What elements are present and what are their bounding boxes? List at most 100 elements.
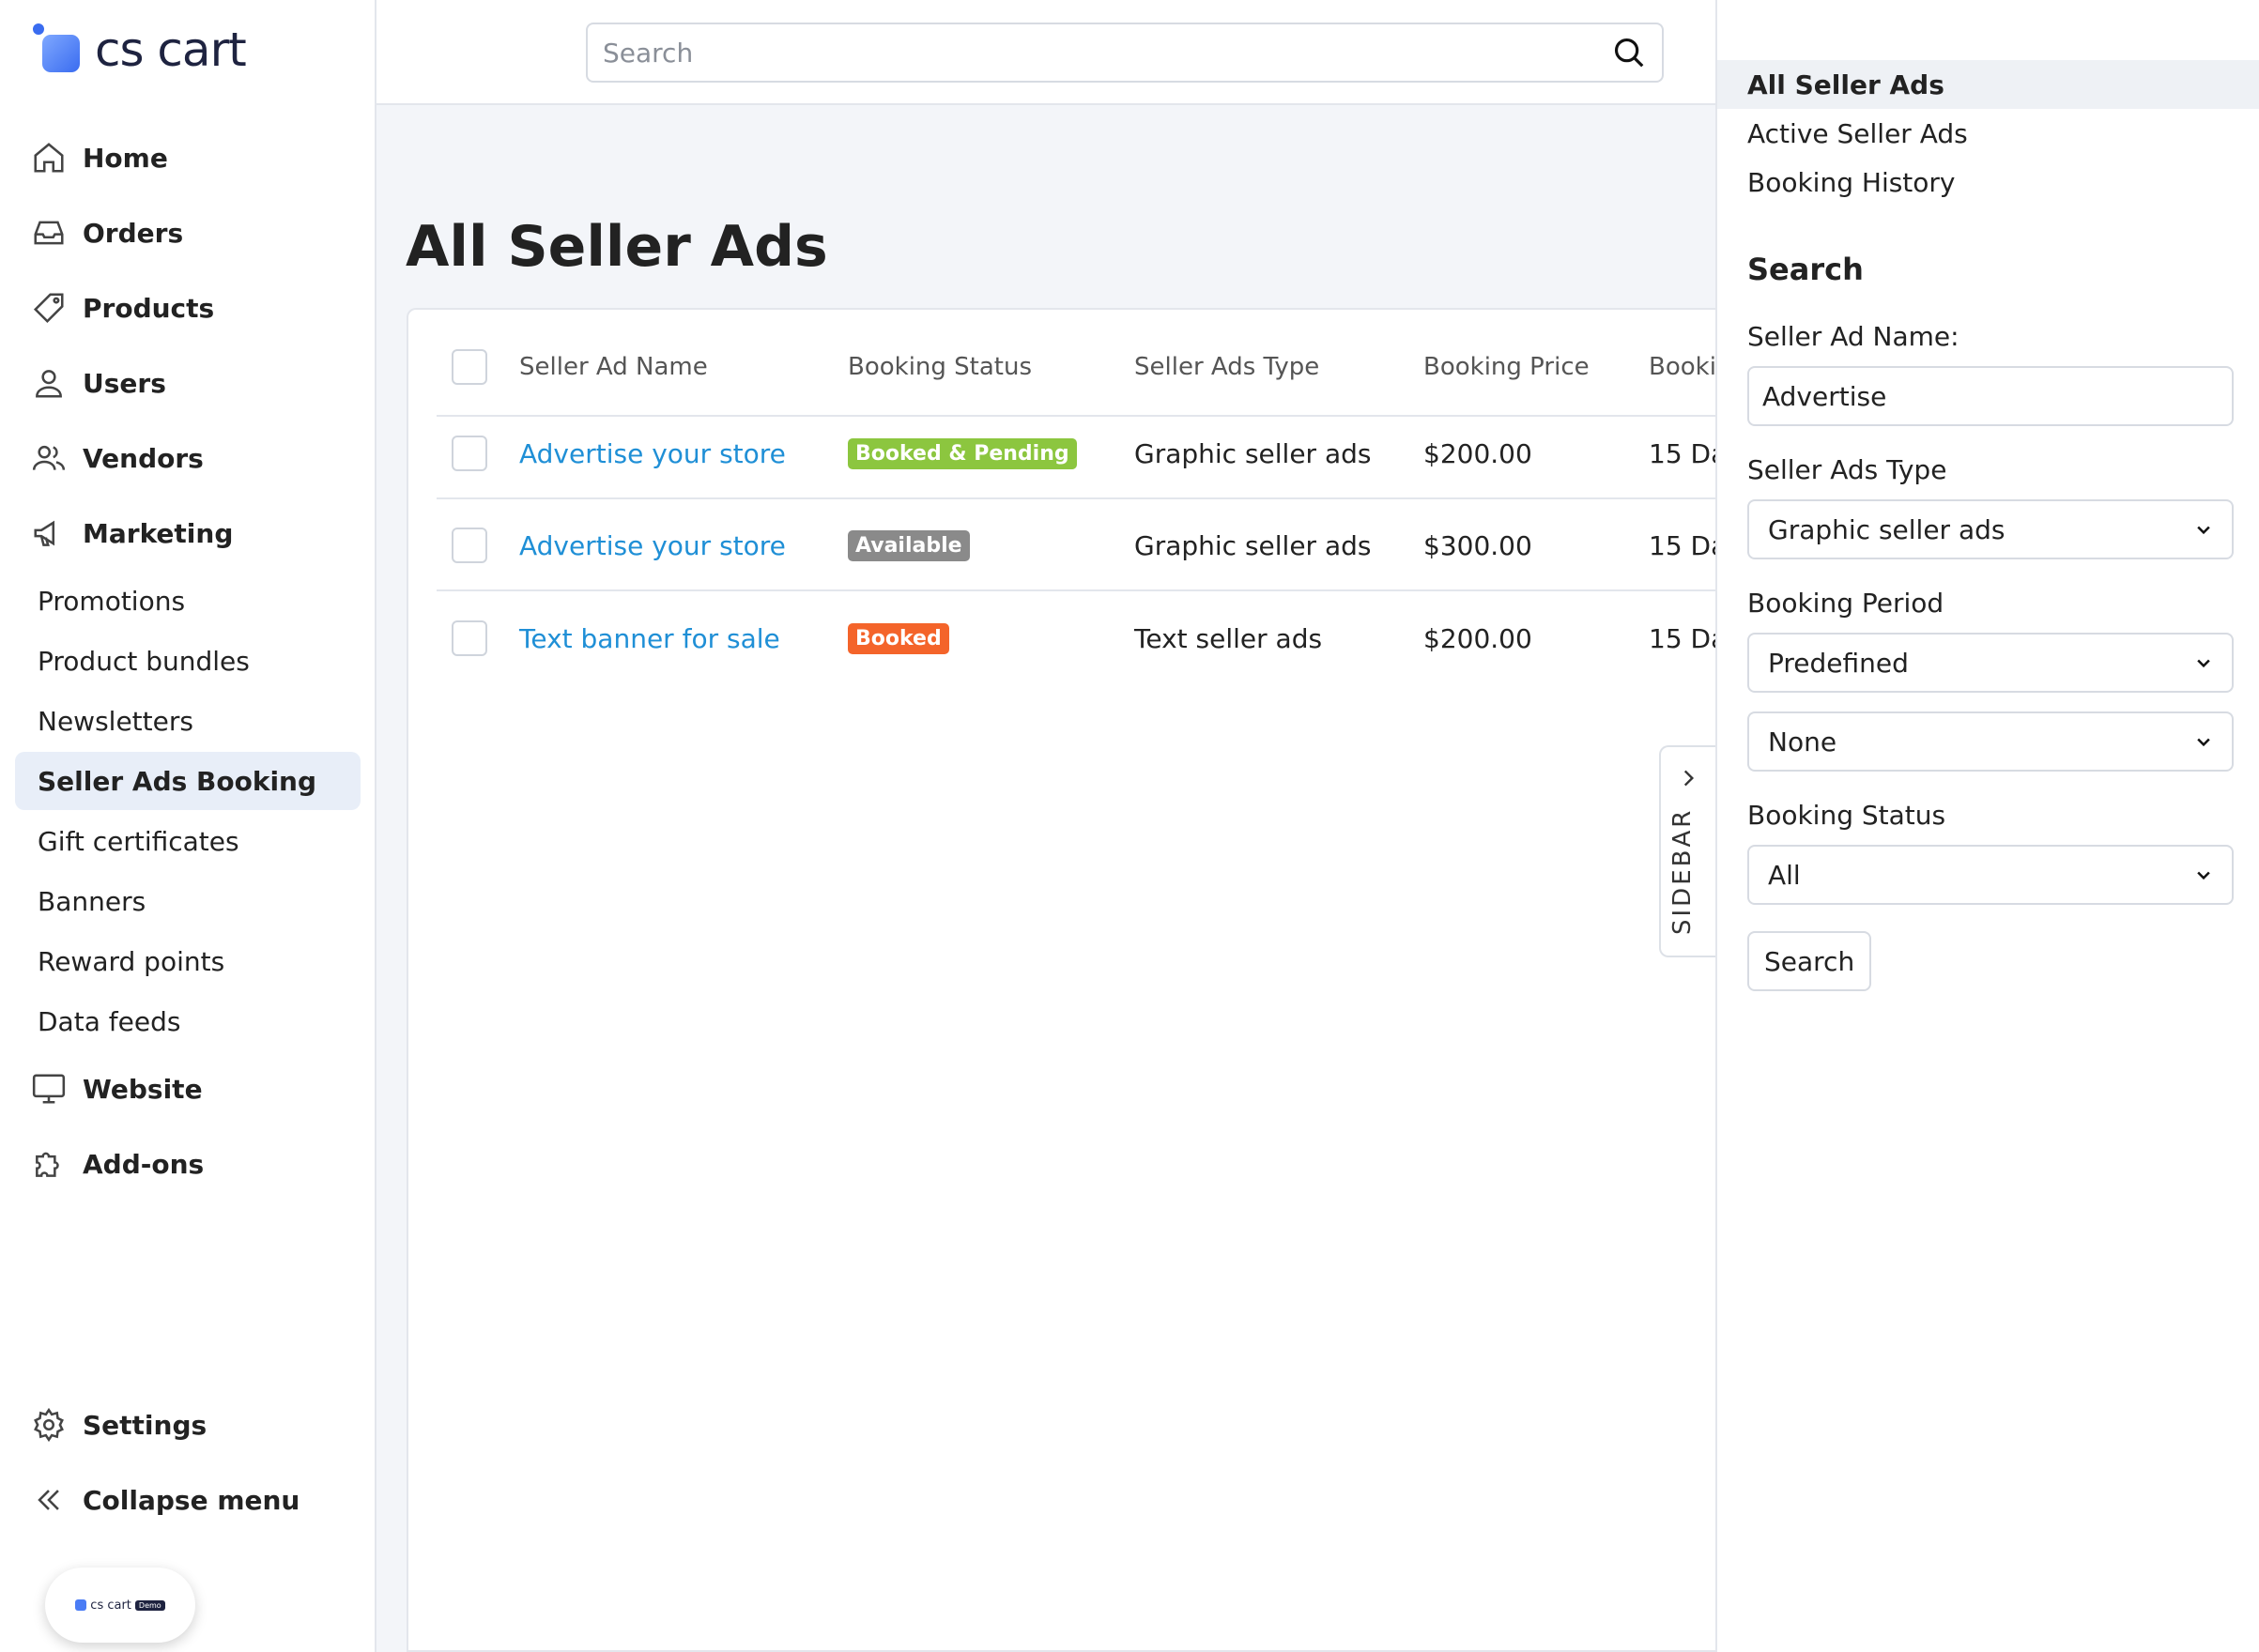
seller-ad-name-link[interactable]: Advertise your store [519, 530, 786, 561]
double-chevron-left-icon [28, 1479, 69, 1521]
cs-cart-logo[interactable]: cs cart [31, 23, 247, 77]
booking-status-select[interactable]: All [1747, 845, 2234, 905]
row-checkbox[interactable] [452, 620, 487, 656]
booking-period-select[interactable]: Predefined [1747, 633, 2234, 693]
seller-ads-type-select[interactable]: Graphic seller ads [1747, 499, 2234, 559]
global-search [586, 23, 1664, 83]
monitor-icon [28, 1068, 69, 1109]
home-icon [28, 137, 69, 178]
tag-icon [28, 287, 69, 329]
puzzle-icon [28, 1143, 69, 1185]
page-title: All Seller Ads [406, 214, 828, 280]
nav-item-products[interactable]: Products [28, 282, 214, 334]
status-badge: Available [848, 529, 970, 561]
sub-item-gift-certificates[interactable]: Gift certificates [15, 812, 361, 870]
sub-item-newsletters[interactable]: Newsletters [15, 692, 361, 750]
seller-ad-name-link[interactable]: Advertise your store [519, 438, 786, 469]
table-row: Text banner for sale Booked Text seller … [437, 593, 1715, 683]
nav-item-users[interactable]: Users [28, 357, 166, 409]
ads-type-cell: Text seller ads [1134, 622, 1323, 654]
chevron-down-icon [2194, 732, 2213, 751]
demo-badge-logo-text: cs cart [90, 1598, 131, 1613]
megaphone-icon [28, 512, 69, 554]
search-icon[interactable] [1611, 35, 1647, 70]
column-header[interactable]: Booki [1649, 353, 1715, 381]
sub-item-seller-ads-booking[interactable]: Seller Ads Booking [15, 752, 361, 810]
collapse-menu-button[interactable]: Collapse menu [28, 1474, 300, 1526]
nav-label: Website [83, 1073, 203, 1105]
table-row: Advertise your store Booked & Pending Gr… [437, 409, 1715, 499]
nav-item-settings[interactable]: Settings [28, 1399, 207, 1451]
sub-item-reward-points[interactable]: Reward points [15, 932, 361, 990]
top-bar [376, 0, 1715, 105]
search-input[interactable] [603, 37, 1611, 69]
seller-ad-name-field[interactable] [1747, 366, 2234, 426]
nav-item-vendors[interactable]: Vendors [28, 432, 204, 484]
booking-status-label: Booking Status [1747, 800, 1946, 831]
select-value: All [1768, 859, 1801, 891]
sub-item-banners[interactable]: Banners [15, 872, 361, 930]
user-icon [28, 362, 69, 404]
status-badge: Booked [848, 622, 949, 654]
demo-tag: Demo [134, 1599, 165, 1611]
sidebar-toggle-label: SIDEBAR [1668, 807, 1697, 935]
inbox-icon [28, 212, 69, 253]
booking-period-label: Booking Period [1747, 588, 1944, 619]
row-checkbox[interactable] [452, 436, 487, 471]
nav-label: Collapse menu [83, 1484, 300, 1516]
select-value: Predefined [1768, 647, 1909, 679]
nav-label: Orders [83, 217, 184, 249]
sub-item-product-bundles[interactable]: Product bundles [15, 632, 361, 690]
table-row: Advertise your store Available Graphic s… [437, 501, 1715, 591]
seller-ads-type-label: Seller Ads Type [1747, 454, 1947, 485]
nav-label: Home [83, 142, 168, 174]
sidebar-toggle[interactable]: SIDEBAR [1659, 745, 1715, 957]
column-header[interactable]: Booking Price [1423, 353, 1590, 381]
right-sidebar: All Seller Ads Active Seller Ads Booking… [1715, 0, 2259, 1652]
sub-item-data-feeds[interactable]: Data feeds [15, 992, 361, 1050]
nav-item-marketing[interactable]: Marketing [28, 507, 233, 559]
select-value: Graphic seller ads [1768, 513, 2005, 545]
status-badge: Booked & Pending [848, 437, 1077, 469]
seller-ad-name-link[interactable]: Text banner for sale [519, 623, 780, 654]
period-cell: 15 Da [1649, 437, 1715, 469]
chevron-down-icon [2194, 653, 2213, 672]
table-header-row: Seller Ad Name Booking Status Seller Ads… [437, 319, 1715, 417]
chevron-down-icon [2194, 520, 2213, 539]
nav-label: Vendors [83, 442, 204, 474]
row-checkbox[interactable] [452, 528, 487, 563]
sidebar-link-all-seller-ads[interactable]: All Seller Ads [1717, 60, 2259, 109]
nav-label: Add-ons [83, 1148, 205, 1180]
chevron-right-icon [1676, 766, 1700, 790]
sidebar-link-booking-history[interactable]: Booking History [1717, 158, 2259, 206]
nav-label: Settings [83, 1409, 207, 1441]
nav-item-home[interactable]: Home [28, 131, 168, 184]
search-button[interactable]: Search [1747, 931, 1872, 991]
nav-item-website[interactable]: Website [28, 1063, 203, 1115]
sidebar-link-active-seller-ads[interactable]: Active Seller Ads [1717, 109, 2259, 158]
main-navigation: cs cart Home Orders Products Users Vendo… [0, 0, 376, 1652]
booking-period-range-select[interactable]: None [1747, 711, 2234, 772]
ads-type-cell: Graphic seller ads [1134, 437, 1372, 469]
column-header[interactable]: Booking Status [848, 353, 1032, 381]
period-cell: 15 Da [1649, 529, 1715, 561]
column-header[interactable]: Seller Ad Name [519, 353, 708, 381]
nav-item-orders[interactable]: Orders [28, 206, 183, 259]
nav-label: Marketing [83, 517, 234, 549]
price-cell: $200.00 [1423, 622, 1532, 654]
logo-mark-icon [75, 1599, 87, 1611]
demo-badge[interactable]: cs cart Demo [45, 1568, 195, 1643]
select-value: None [1768, 726, 1837, 757]
sub-item-promotions[interactable]: Promotions [15, 572, 361, 630]
ads-type-cell: Graphic seller ads [1134, 529, 1372, 561]
logo-mark-icon [31, 23, 84, 76]
chevron-down-icon [2194, 865, 2213, 884]
nav-item-add-ons[interactable]: Add-ons [28, 1138, 204, 1190]
period-cell: 15 Da [1649, 622, 1715, 654]
price-cell: $300.00 [1423, 529, 1532, 561]
price-cell: $200.00 [1423, 437, 1532, 469]
nav-label: Users [83, 367, 166, 399]
column-header[interactable]: Seller Ads Type [1134, 353, 1319, 381]
select-all-checkbox[interactable] [452, 349, 487, 385]
search-heading: Search [1747, 252, 1864, 287]
